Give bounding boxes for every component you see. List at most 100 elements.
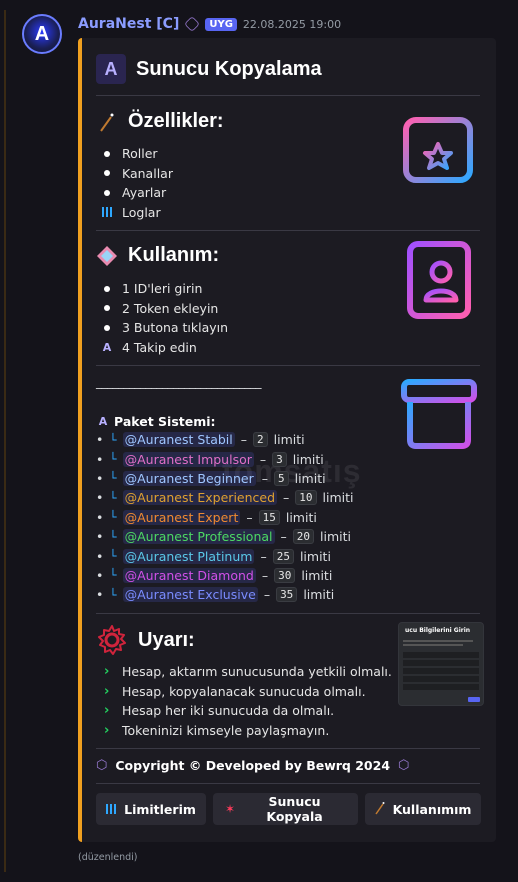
package-row: • └ @Auranest Professional –20 limiti — [96, 527, 354, 546]
embed-card: tomsatış A Sunucu Kopyalama Özellikler: … — [78, 38, 496, 842]
list-item: › Hesap, kopyalanacak sunucuda olmalı. — [104, 682, 392, 702]
separator-dash: – — [240, 432, 248, 448]
bar-chart-icon — [106, 804, 117, 814]
list-item: A 4 Takip edin — [100, 338, 228, 358]
thumbnail-title: ucu Bilgilerini Girin — [405, 627, 471, 634]
limit-word: limiti — [285, 509, 317, 525]
warning-list: › Hesap, aktarım sunucusunda yetkili olma… — [104, 662, 392, 740]
calendar-star-icon — [403, 109, 473, 183]
sunucu-kopyala-button[interactable]: ✶ Sunucu Kopyala — [213, 793, 358, 825]
role-mention[interactable]: @Auranest Diamond — [122, 567, 256, 583]
list-item: 1 ID'leri girin — [100, 279, 228, 299]
bullet-icon — [104, 189, 110, 196]
bullet-icon — [104, 170, 110, 177]
separator-dash: – — [283, 490, 290, 506]
limit-value: 5 — [273, 470, 289, 486]
archive-box-icon — [401, 379, 477, 449]
gem-icon: ⬡ — [96, 758, 108, 773]
package-row: • └ @Auranest Expert –15 limiti — [96, 508, 354, 527]
wand-icon — [374, 801, 385, 818]
text-divider: ______________________________ — [96, 375, 262, 389]
bar-chart-icon — [100, 207, 114, 218]
limit-word: limiti — [299, 548, 331, 564]
bullet-icon: • — [96, 432, 104, 448]
role-mention[interactable]: @Auranest Professional — [122, 529, 275, 545]
role-mention[interactable]: @Auranest Beginner — [122, 470, 256, 486]
thumbnail-image[interactable]: ucu Bilgilerini Girin — [398, 622, 484, 706]
bullet-icon — [104, 285, 110, 292]
timestamp: 22.08.2025 19:00 — [242, 17, 342, 31]
warning-text: Hesap her iki sunucuda da olmalı. — [122, 703, 335, 719]
kullanimim-button[interactable]: Kullanımım — [365, 793, 481, 825]
tree-branch-icon: └ — [109, 510, 117, 525]
limit-word: limiti — [320, 529, 351, 545]
tree-branch-icon: └ — [109, 432, 117, 447]
button-label: Limitlerim — [124, 801, 196, 817]
username[interactable]: AuraNest [C] — [78, 16, 179, 32]
feature-label: Ayarlar — [122, 185, 167, 201]
divider — [96, 95, 480, 96]
separator-dash: – — [246, 509, 253, 525]
usage-list: 1 ID'leri girin 2 Token ekleyin 3 Butona… — [100, 279, 228, 357]
separator-dash: – — [260, 548, 267, 564]
separator-dash: – — [280, 529, 287, 545]
role-mention[interactable]: @Auranest Experienced — [122, 490, 278, 506]
logo-icon: A — [102, 340, 112, 354]
warning-heading-text: Uyarı: — [138, 628, 195, 651]
role-mention[interactable]: @Auranest Impulsor — [122, 451, 254, 467]
chevron-right-icon: › — [104, 683, 110, 699]
features-heading-text: Özellikler: — [128, 110, 224, 132]
bullet-icon: • — [96, 451, 104, 467]
bullet-icon: • — [96, 587, 104, 603]
chevron-right-icon: › — [104, 664, 110, 680]
separator-dash: – — [263, 587, 271, 603]
action-buttons: Limitlerim ✶ Sunucu Kopyala Kullanımım — [96, 793, 481, 825]
role-mention[interactable]: @Auranest Platinum — [122, 548, 255, 564]
list-item: Roller — [100, 144, 173, 164]
limit-word: limiti — [303, 587, 335, 603]
magic-wand-icon — [96, 111, 118, 133]
limit-value: 20 — [292, 529, 315, 545]
feature-label: Roller — [122, 146, 158, 162]
tree-branch-icon: └ — [109, 490, 117, 505]
tree-branch-icon: └ — [109, 568, 117, 583]
list-item: Loglar — [100, 203, 173, 223]
thread-line — [4, 10, 6, 872]
limit-word: limiti — [292, 451, 324, 467]
usage-step: 1 ID'leri girin — [122, 281, 203, 297]
role-mention[interactable]: @Auranest Exclusive — [122, 587, 258, 603]
logo-icon: A — [98, 415, 108, 428]
bullet-icon — [104, 324, 110, 331]
limit-value: 3 — [272, 451, 287, 467]
usage-heading-text: Kullanım: — [128, 244, 220, 266]
bullet-icon: • — [96, 470, 104, 486]
limitlerim-button[interactable]: Limitlerim — [96, 793, 206, 825]
gear-icon — [96, 624, 128, 656]
limit-word: limiti — [322, 490, 354, 506]
copyright: ⬡ Copyright © Developed by Bewrq 2024 ⬡ — [96, 758, 409, 773]
role-mention[interactable]: @Auranest Stabil — [122, 432, 235, 448]
package-row: • └ @Auranest Impulsor –3 limiti — [96, 449, 354, 468]
avatar[interactable]: A — [22, 14, 62, 54]
limit-word: limiti — [294, 470, 326, 486]
limit-word: limiti — [273, 432, 305, 448]
list-item: 3 Butona tıklayın — [100, 318, 228, 338]
tree-branch-icon: └ — [109, 549, 117, 564]
divider — [96, 748, 480, 749]
divider — [96, 783, 480, 784]
separator-dash: – — [259, 451, 267, 467]
package-row: • └ @Auranest Beginner –5 limiti — [96, 469, 354, 488]
warning-text: Tokeninizi kimseyle paylaşmayın. — [122, 722, 330, 738]
separator-dash: – — [261, 567, 269, 583]
bullet-icon: • — [96, 509, 104, 525]
package-row: • └ @Auranest Experienced –10 limiti — [96, 488, 354, 507]
list-item: Ayarlar — [100, 183, 173, 203]
bullet-icon: • — [96, 548, 104, 564]
limit-value: 25 — [272, 548, 294, 564]
copyright-text: Copyright © Developed by Bewrq 2024 — [115, 758, 391, 773]
tree-branch-icon: └ — [109, 587, 117, 602]
gem-icon: ⬡ — [398, 758, 410, 773]
limit-value: 2 — [253, 432, 268, 448]
role-mention[interactable]: @Auranest Expert — [122, 509, 241, 525]
tree-branch-icon: └ — [109, 529, 117, 544]
